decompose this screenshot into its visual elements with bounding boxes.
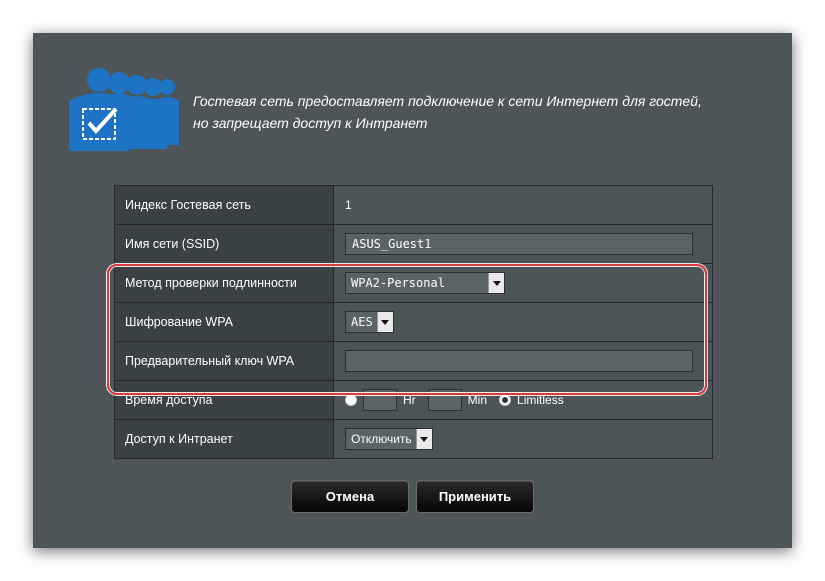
minutes-unit: Min xyxy=(467,393,488,407)
encryption-value: AES xyxy=(351,315,373,329)
psk-input[interactable] xyxy=(345,350,693,372)
row-ssid: Имя сети (SSID) ASUS_Guest1 xyxy=(114,224,713,264)
index-value: 1 xyxy=(333,185,713,225)
row-access-time: Время доступа Hr Min Limitless xyxy=(114,380,713,420)
chevron-down-icon[interactable] xyxy=(488,273,504,293)
chevron-down-icon[interactable] xyxy=(415,429,432,449)
header-line-1: Гостевая сеть предоставляет подключение … xyxy=(193,93,702,109)
access-time-controls: Hr Min Limitless xyxy=(345,389,712,411)
row-psk: Предварительный ключ WPA xyxy=(114,341,713,381)
limitless-radio[interactable] xyxy=(499,394,512,406)
psk-label: Предварительный ключ WPA xyxy=(114,341,334,381)
hours-unit: Hr xyxy=(403,393,416,407)
auth-method-select[interactable]: WPA2-Personal xyxy=(345,272,505,294)
settings-table: Индекс Гостевая сеть 1 Имя сети (SSID) A… xyxy=(114,185,713,459)
header-description: Гостевая сеть предоставляет подключение … xyxy=(193,90,753,134)
cancel-button[interactable]: Отмена xyxy=(291,480,409,513)
minutes-input[interactable] xyxy=(427,389,462,411)
ssid-label: Имя сети (SSID) xyxy=(114,224,334,264)
intranet-access-select[interactable]: Отключить xyxy=(345,428,433,450)
row-auth: Метод проверки подлинности WPA2-Personal xyxy=(114,263,713,303)
guest-network-panel: Гостевая сеть предоставляет подключение … xyxy=(33,33,792,548)
index-label: Индекс Гостевая сеть xyxy=(114,185,334,225)
auth-method-value: WPA2-Personal xyxy=(351,276,445,290)
auth-method-label: Метод проверки подлинности xyxy=(114,263,334,303)
encryption-select[interactable]: AES xyxy=(345,311,394,333)
chevron-down-icon[interactable] xyxy=(376,312,393,332)
ssid-input[interactable]: ASUS_Guest1 xyxy=(345,233,693,255)
row-intranet: Доступ к Интранет Отключить xyxy=(114,419,713,459)
limited-radio[interactable] xyxy=(345,394,357,406)
intranet-access-value: Отключить xyxy=(351,432,412,446)
limitless-label: Limitless xyxy=(517,393,564,407)
guest-users-icon xyxy=(69,68,179,151)
access-time-label: Время доступа xyxy=(114,380,334,420)
intranet-access-label: Доступ к Интранет xyxy=(114,419,334,459)
apply-button[interactable]: Применить xyxy=(416,480,534,513)
row-index: Индекс Гостевая сеть 1 xyxy=(114,185,713,225)
header-line-2: но запрещает доступ к Интранет xyxy=(193,115,428,131)
encryption-label: Шифрование WPA xyxy=(114,302,334,342)
hours-input[interactable] xyxy=(363,389,397,411)
row-encryption: Шифрование WPA AES xyxy=(114,302,713,342)
